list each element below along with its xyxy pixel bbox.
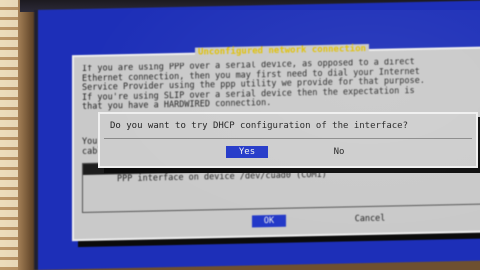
yes-button[interactable]: Yes: [226, 146, 268, 158]
dhcp-question-dialog: Do you want to try DHCP configuration of…: [98, 112, 478, 168]
no-button[interactable]: No: [322, 146, 356, 158]
question-text: Do you want to try DHCP configuration of…: [110, 121, 409, 131]
question-divider: [104, 138, 472, 139]
dialog-body-text: If you are using PPP over a serial devic…: [82, 57, 480, 113]
ok-button[interactable]: OK: [252, 214, 286, 228]
window-blinds: [0, 0, 18, 270]
cancel-button[interactable]: Cancel: [346, 212, 394, 225]
dialog-button-row: OK Cancel: [74, 210, 480, 233]
